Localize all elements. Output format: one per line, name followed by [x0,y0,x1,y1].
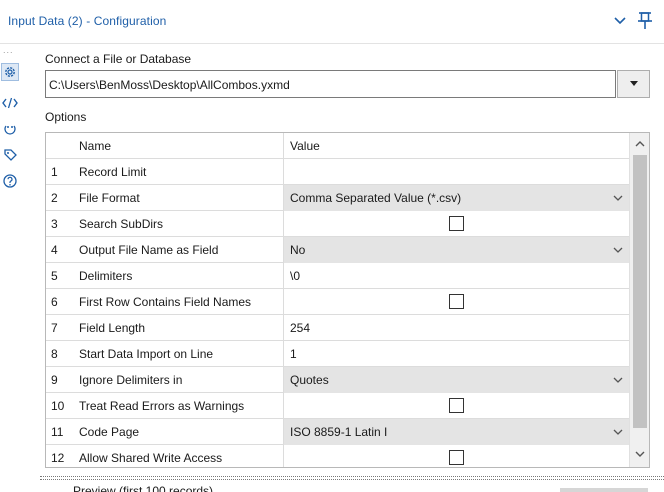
table-row[interactable]: 11 Code Page ISO 8859-1 Latin I [46,419,629,445]
config-title-bar: Input Data (2) - Configuration [0,0,664,44]
table-row[interactable]: 5 Delimiters \0 [46,263,629,289]
option-text-input[interactable]: 254 [283,315,629,341]
code-icon[interactable] [1,94,19,112]
option-dropdown[interactable]: Comma Separated Value (*.csv) [283,185,629,211]
option-checkbox[interactable] [449,294,464,309]
rail-grip: ... [3,45,14,55]
option-dropdown[interactable]: Quotes [283,367,629,393]
table-row[interactable]: 9 Ignore Delimiters in Quotes [46,367,629,393]
chevron-down-icon [613,247,623,253]
row-number: 1 [51,165,58,179]
window-title: Input Data (2) - Configuration [8,14,167,28]
row-number: 3 [51,217,58,231]
option-dropdown[interactable]: ISO 8859-1 Latin I [283,419,629,445]
preview-label: Preview (first 100 records) [73,484,214,492]
option-name: Start Data Import on Line [79,347,214,361]
row-number: 9 [51,373,58,387]
row-number: 8 [51,347,58,361]
header-name: Name [79,139,112,153]
option-text-input[interactable] [283,159,629,185]
row-number: 7 [51,321,58,335]
option-name: Delimiters [79,269,133,283]
help-icon[interactable] [1,172,19,190]
file-path-input[interactable]: C:\Users\BenMoss\Desktop\AllCombos.yxmd [45,70,616,98]
row-number: 5 [51,269,58,283]
table-row[interactable]: 12 Allow Shared Write Access [46,445,629,467]
option-dropdown[interactable]: No [283,237,629,263]
header-value: Value [283,133,629,159]
option-name: Code Page [79,425,140,439]
file-dropdown-button[interactable] [617,70,650,98]
option-name: Ignore Delimiters in [79,373,183,387]
pin-icon[interactable] [637,11,653,31]
chevron-down-icon [613,377,623,383]
option-checkbox[interactable] [449,398,464,413]
table-row[interactable]: 10 Treat Read Errors as Warnings [46,393,629,419]
connection-icon[interactable] [1,119,19,137]
scroll-down-icon[interactable] [634,449,646,459]
option-checkbox[interactable] [449,216,464,231]
option-dropdown-value: No [290,243,306,257]
gear-icon[interactable] [1,63,19,81]
option-name: Output File Name as Field [79,243,219,257]
side-icon-rail: ... [0,44,20,492]
grid-header-row: Name Value [46,133,629,159]
chevron-down-icon [613,195,623,201]
option-name: First Row Contains Field Names [79,295,252,309]
tag-icon[interactable] [1,146,19,164]
row-number: 6 [51,295,58,309]
row-number: 12 [51,451,65,465]
connect-label: Connect a File or Database [45,52,192,66]
header-num [46,133,74,159]
caret-down-icon [629,81,638,86]
option-text-input[interactable]: 1 [283,341,629,367]
table-row[interactable]: 3 Search SubDirs [46,211,629,237]
option-dropdown-value: Quotes [290,373,329,387]
option-name: Field Length [79,321,146,335]
option-checkbox[interactable] [449,450,464,465]
table-row[interactable]: 1 Record Limit [46,159,629,185]
table-row[interactable]: 4 Output File Name as Field No [46,237,629,263]
option-name: Search SubDirs [79,217,164,231]
option-name: File Format [79,191,140,205]
chevron-down-icon [613,429,623,435]
option-name: Record Limit [79,165,147,179]
option-text-input[interactable]: \0 [283,263,629,289]
table-row[interactable]: 2 File Format Comma Separated Value (*.csv… [46,185,629,211]
row-number: 11 [51,425,64,439]
chevron-down-icon[interactable] [612,13,628,29]
option-checkbox-cell [283,445,629,467]
option-checkbox-cell [283,289,629,315]
option-name: Treat Read Errors as Warnings [79,399,245,413]
row-number: 2 [51,191,58,205]
preview-scrollbar[interactable] [560,488,648,492]
option-dropdown-value: ISO 8859-1 Latin I [290,425,388,439]
option-checkbox-cell [283,211,629,237]
panel-splitter[interactable] [40,476,664,480]
option-checkbox-cell [283,393,629,419]
option-dropdown-value: Comma Separated Value (*.csv) [290,191,462,205]
row-number: 4 [51,243,58,257]
row-number: 10 [51,399,65,413]
table-row[interactable]: 6 First Row Contains Field Names [46,289,629,315]
options-grid: Name Value 1 Record Limit 2 File Format Comm… [45,132,650,468]
table-row[interactable]: 8 Start Data Import on Line 1 [46,341,629,367]
scroll-up-icon[interactable] [634,139,646,149]
options-label: Options [45,110,87,124]
table-row[interactable]: 7 Field Length 254 [46,315,629,341]
grid-vertical-scrollbar[interactable] [629,133,649,467]
option-name: Allow Shared Write Access [79,451,223,465]
scrollbar-thumb[interactable] [633,155,647,428]
file-path-value: C:\Users\BenMoss\Desktop\AllCombos.yxmd [49,78,290,92]
